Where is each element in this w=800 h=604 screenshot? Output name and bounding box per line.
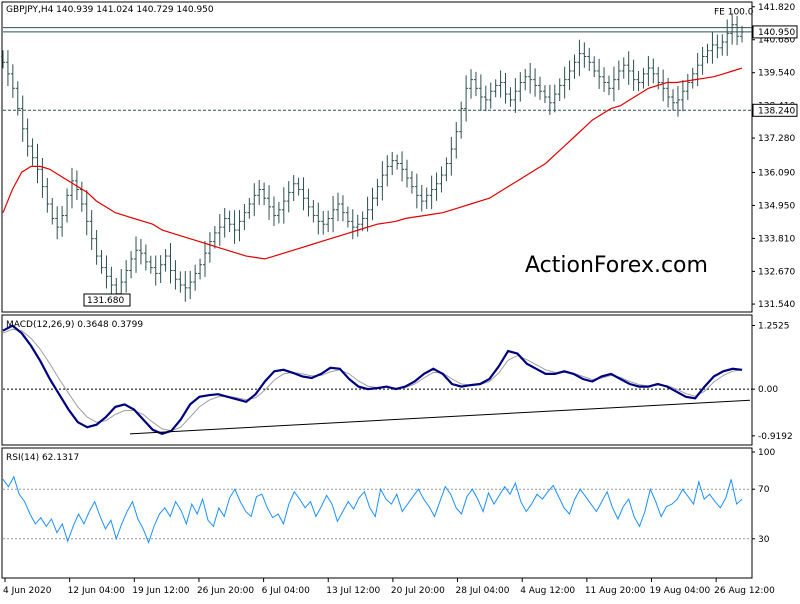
rsi-header: RSI(14) 62.1317 — [6, 453, 79, 463]
macd-y-tick-label: 1.2525 — [758, 321, 790, 331]
x-tick-label: 19 Aug 04:00 — [649, 586, 710, 596]
macd-trendline — [129, 399, 751, 435]
price-y-tick-label: 137.280 — [758, 134, 795, 144]
x-tick-label: 6 Jul 04:00 — [262, 586, 311, 596]
macd-y-tick-label: 0.00 — [758, 385, 778, 395]
price-y-tick-label: 139.540 — [758, 69, 795, 79]
price-y-tick-label: 134.950 — [758, 201, 795, 211]
fe-label: FE 100.0 — [714, 8, 754, 18]
macd-panel-frame — [1, 314, 753, 446]
x-tick-label: 11 Aug 20:00 — [585, 586, 646, 596]
price-y-tick-label: 132.670 — [758, 267, 795, 277]
chart-window: 131.680FE 100.0 141.820140.680139.540138… — [0, 0, 800, 600]
rsi-panel-frame — [1, 447, 753, 579]
x-tick-label: 13 Jul 12:00 — [326, 586, 380, 596]
support-price-tag: 138.240 — [758, 106, 795, 116]
x-tick-label: 26 Aug 12:00 — [714, 586, 775, 596]
price-y-tick-label: 141.820 — [758, 3, 795, 13]
rsi-y-tick-label: 30 — [758, 535, 770, 545]
rsi-line — [2, 475, 743, 544]
x-tick-label: 19 Jun 12:00 — [132, 586, 189, 596]
rsi-layer — [2, 475, 752, 544]
macd-layer — [2, 324, 752, 435]
x-tick-label: 28 Jul 04:00 — [456, 586, 510, 596]
price-y-tick-label: 133.810 — [758, 234, 795, 244]
macd-y-tick-label: -0.9192 — [758, 432, 793, 442]
current-price-tag: 140.950 — [758, 28, 795, 38]
macd-header: MACD(12,26,9) 0.3648 0.3799 — [6, 320, 143, 330]
low-label: 131.680 — [87, 296, 124, 306]
x-tick-label: 26 Jun 20:00 — [197, 586, 254, 596]
watermark: ActionForex.com — [525, 253, 708, 278]
symbol-header: GBPJPY,H4 140.939 141.024 140.729 140.95… — [6, 5, 214, 15]
rsi-y-tick-label: 70 — [758, 485, 770, 495]
chart-canvas: 131.680FE 100.0 141.820140.680139.540138… — [1, 1, 798, 596]
macd-line — [2, 324, 743, 435]
x-tick-label: 20 Jul 20:00 — [391, 586, 445, 596]
x-tick-label: 4 Aug 12:00 — [520, 586, 575, 596]
x-tick-label: 12 Jun 04:00 — [68, 586, 125, 596]
moving-average-line — [2, 67, 743, 260]
price-y-tick-label: 136.090 — [758, 168, 795, 178]
x-tick-label: 4 Jun 2020 — [3, 586, 52, 596]
price-y-tick-label: 131.540 — [758, 300, 795, 310]
rsi-y-tick-label: 100 — [758, 448, 775, 458]
macd-signal-line — [2, 328, 743, 432]
